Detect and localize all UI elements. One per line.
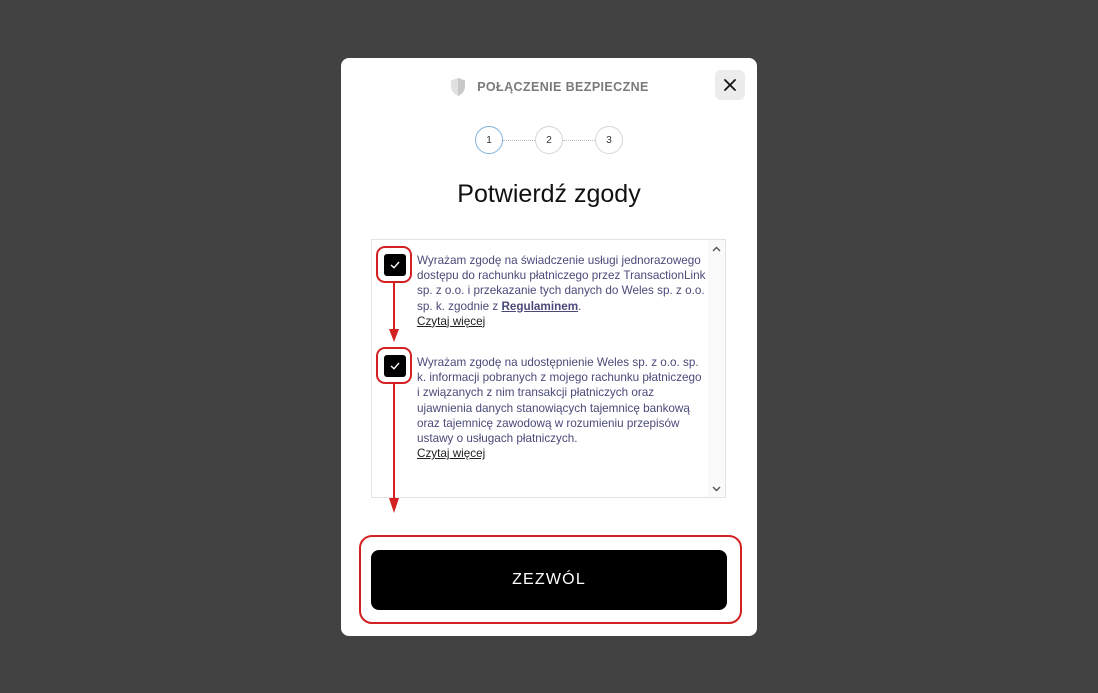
close-icon	[724, 79, 736, 91]
allow-button[interactable]: ZEZWÓL	[371, 550, 727, 610]
step-connector	[503, 139, 535, 141]
consent-checkbox-service[interactable]	[384, 254, 406, 276]
consent-modal: POŁĄCZENIE BEZPIECZNE 1 2 3 Potwierdź zg…	[341, 58, 757, 636]
read-more-link-service[interactable]: Czytaj więcej	[417, 314, 485, 329]
checkmark-icon	[390, 362, 400, 370]
consent-text-data-sharing: Wyrażam zgodę na udostępnienie Weles sp.…	[417, 355, 707, 461]
read-more-link-data-sharing[interactable]: Czytaj więcej	[417, 446, 485, 461]
chevron-down-icon	[712, 486, 721, 491]
step-1: 1	[475, 126, 503, 154]
shield-icon	[451, 78, 466, 96]
step-2: 2	[535, 126, 563, 154]
consent-list[interactable]: Wyrażam zgodę na świadczenie usługi jedn…	[371, 239, 726, 498]
step-3: 3	[595, 126, 623, 154]
secure-connection-label: POŁĄCZENIE BEZPIECZNE	[477, 80, 649, 94]
consent-checkbox-data-sharing[interactable]	[384, 355, 406, 377]
step-indicator: 1 2 3	[341, 126, 757, 154]
regulations-link[interactable]: Regulaminem	[501, 300, 578, 313]
step-connector	[563, 139, 595, 141]
scroll-down-button[interactable]	[708, 480, 725, 497]
page-title: Potwierdź zgody	[457, 180, 641, 208]
close-button[interactable]	[715, 70, 745, 100]
scrollbar[interactable]	[708, 240, 725, 497]
secure-connection-header: POŁĄCZENIE BEZPIECZNE	[341, 76, 757, 98]
scroll-up-button[interactable]	[708, 240, 725, 257]
chevron-up-icon	[712, 246, 721, 251]
checkmark-icon	[390, 261, 400, 269]
consent-text-data-sharing-body: Wyrażam zgodę na udostępnienie Weles sp.…	[417, 356, 702, 446]
consent-text-service-end: .	[578, 299, 582, 313]
consent-text-service: Wyrażam zgodę na świadczenie usługi jedn…	[417, 253, 707, 329]
